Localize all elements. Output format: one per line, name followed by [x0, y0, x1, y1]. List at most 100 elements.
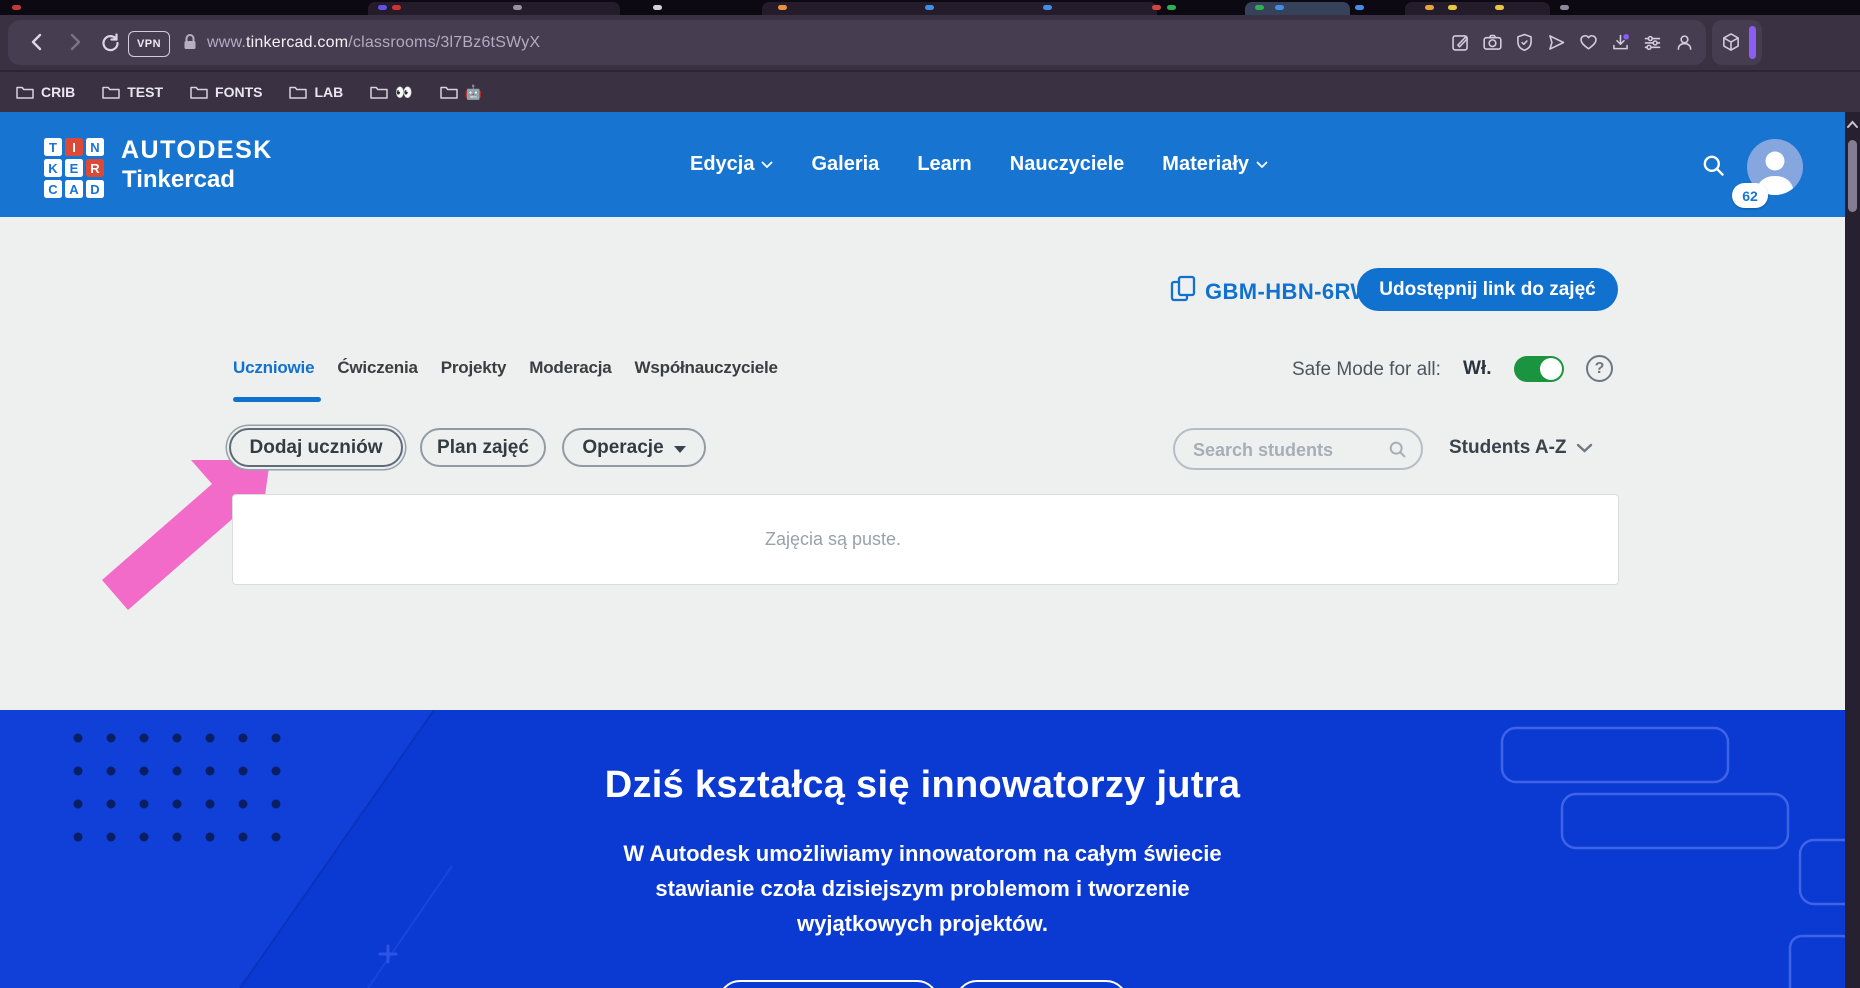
bookmark-label: 👀 [395, 84, 412, 101]
logo-tile: T [44, 138, 62, 156]
lesson-plan-button[interactable]: Plan zajęć [420, 428, 546, 467]
caret-down-icon [674, 446, 686, 453]
copy-code-icon[interactable] [1169, 274, 1197, 304]
bookmark-fonts[interactable]: FONTS [190, 84, 262, 100]
browser-back-button[interactable] [26, 30, 50, 54]
nav-item-edycja[interactable]: Edycja [690, 153, 773, 176]
logo-tile: D [86, 180, 104, 198]
address-bar[interactable]: www.tinkercad.com/classrooms/3l7Bz6tSWyX [207, 20, 540, 65]
safe-mode-toggle[interactable] [1514, 356, 1564, 382]
operations-label: Operacje [582, 437, 663, 459]
browser-tab-strip[interactable] [0, 0, 1860, 15]
header-nav: Edycja Galeria Learn Nauczyciele Materiały [690, 112, 1268, 217]
bookmark-label: TEST [127, 84, 163, 100]
extension-panel[interactable] [1712, 20, 1762, 65]
student-search-input[interactable] [1191, 433, 1385, 467]
bookmark-label: LAB [314, 84, 343, 100]
tab-favicon [653, 5, 662, 10]
camera-icon[interactable] [1482, 32, 1503, 53]
classroom-page: nocode_2025-09-01 GBM-HBN-6RW Udostępnij… [0, 217, 1845, 710]
footer-line: W Autodesk umożliwiamy innowatorom na ca… [0, 841, 1845, 867]
bookmark-test[interactable]: TEST [102, 84, 163, 100]
bookmark-🤖[interactable]: 🤖 [440, 84, 482, 101]
bookmark-👀[interactable]: 👀 [370, 84, 412, 101]
folder-icon [16, 85, 34, 100]
url-prefix: www. [207, 34, 246, 52]
tab-favicon [513, 5, 522, 10]
shield-icon[interactable] [1514, 32, 1535, 53]
sort-dropdown[interactable]: Students A-Z [1449, 428, 1593, 468]
sort-label: Students A-Z [1449, 437, 1567, 459]
share-link-button[interactable]: Udostępnij link do zajęć [1357, 268, 1618, 311]
nav-label: Galeria [811, 153, 879, 176]
nav-item-galeria[interactable]: Galeria [811, 153, 879, 176]
footer-button-1[interactable] [718, 980, 939, 988]
marketing-footer: Dziś kształcą się innowatorzy jutra W Au… [0, 710, 1845, 988]
tab-projekty[interactable]: Projekty [441, 358, 507, 378]
tab-favicon [1495, 5, 1504, 10]
nav-item-nauczyciele[interactable]: Nauczyciele [1010, 153, 1125, 176]
cube-icon [1720, 31, 1742, 53]
operations-dropdown-button[interactable]: Operacje [562, 428, 706, 467]
tab-moderacja[interactable]: Moderacja [529, 358, 611, 378]
toggle-knob [1540, 358, 1562, 380]
tab-favicon [1167, 5, 1176, 10]
nav-label: Materiały [1162, 153, 1249, 176]
class-code[interactable]: GBM-HBN-6RW [1205, 279, 1372, 305]
safe-mode-label: Safe Mode for all: [1292, 359, 1441, 381]
nav-item-materiały[interactable]: Materiały [1162, 153, 1268, 176]
page-scrollbar[interactable] [1845, 112, 1860, 988]
note-edit-icon[interactable] [1450, 32, 1471, 53]
tab-favicon [392, 5, 401, 10]
tab-ćwiczenia[interactable]: Ćwiczenia [337, 358, 417, 378]
logo-tile: I [65, 138, 83, 156]
tinkercad-logo[interactable]: TINKERCAD [44, 138, 104, 198]
brand-autodesk: AUTODESK [121, 136, 273, 165]
heart-icon[interactable] [1578, 32, 1599, 53]
scrollbar-thumb[interactable] [1848, 140, 1857, 212]
share-send-icon[interactable] [1546, 32, 1567, 53]
vpn-badge[interactable]: VPN [128, 31, 170, 57]
folder-icon [190, 85, 208, 100]
logo-tile: A [65, 180, 83, 198]
tab-współnauczyciele[interactable]: Współnauczyciele [635, 358, 778, 378]
nav-label: Learn [917, 153, 971, 176]
browser-forward-button[interactable] [62, 30, 86, 54]
bookmark-crib[interactable]: CRIB [16, 84, 75, 100]
chevron-down-icon [761, 161, 773, 169]
notification-badge[interactable]: 62 [1732, 183, 1768, 208]
browser-tab[interactable] [368, 2, 620, 15]
footer-button-2[interactable] [955, 980, 1128, 988]
add-students-button[interactable]: Dodaj uczniów [229, 428, 403, 467]
browser-reload-button[interactable] [98, 30, 122, 54]
student-search [1173, 428, 1423, 470]
download-icon[interactable] [1610, 32, 1631, 53]
logo-tile: C [44, 180, 62, 198]
url-path: /classrooms/3l7Bz6tSWyX [348, 34, 540, 52]
nav-item-learn[interactable]: Learn [917, 153, 971, 176]
profile-icon[interactable] [1674, 32, 1695, 53]
bookmark-lab[interactable]: LAB [289, 84, 343, 100]
logo-tile: K [44, 159, 62, 177]
tab-favicon [378, 5, 387, 10]
footer-heading: Dziś kształcą się innowatorzy jutra [0, 764, 1845, 807]
empty-message: Zajęcia są puste. [233, 495, 1433, 584]
nav-label: Edycja [690, 153, 754, 176]
help-icon[interactable]: ? [1586, 355, 1613, 382]
tab-uczniowie[interactable]: Uczniowie [233, 358, 314, 378]
lesson-plan-label: Plan zajęć [437, 437, 529, 459]
bookmarks-bar: CRIB TEST FONTS LAB 👀 🤖 [16, 72, 482, 112]
logo-tile: R [86, 159, 104, 177]
browser-tab[interactable] [762, 2, 1157, 15]
lock-icon [180, 32, 204, 56]
footer-line: stawianie czoła dzisiejszym problemom i … [0, 876, 1845, 902]
tab-favicon [1275, 5, 1284, 10]
sliders-icon[interactable] [1642, 32, 1663, 53]
search-icon[interactable] [1700, 152, 1727, 179]
tab-favicon [1560, 5, 1569, 10]
folder-icon [102, 85, 120, 100]
logo-tile: N [86, 138, 104, 156]
chevron-down-icon [1576, 443, 1593, 453]
url-domain: tinkercad.com [246, 34, 348, 52]
scroll-up-icon[interactable] [1846, 120, 1859, 129]
